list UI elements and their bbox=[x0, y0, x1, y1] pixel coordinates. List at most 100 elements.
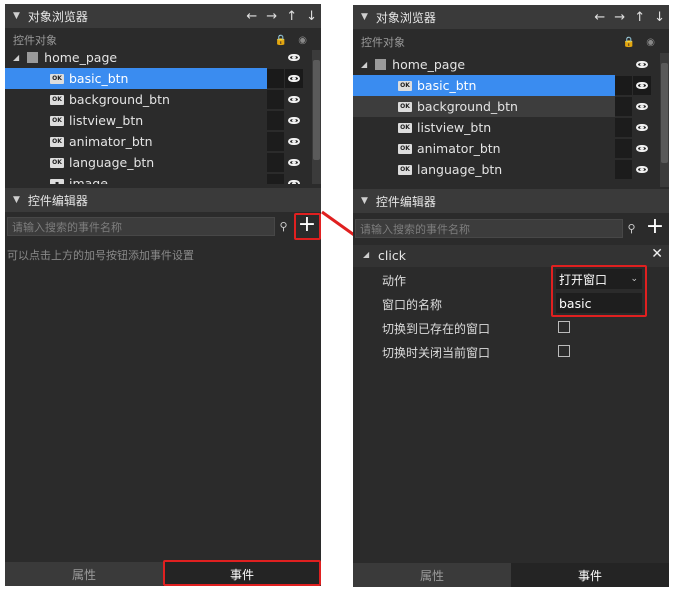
object-browser-header[interactable]: ▼ 对象浏览器 ← → ↑ ↓ bbox=[353, 5, 669, 29]
expand-icon[interactable]: ◢ bbox=[363, 250, 369, 259]
event-header[interactable]: ◢ click ✕ bbox=[353, 245, 669, 267]
visibility-header-icon[interactable]: ◉ bbox=[298, 35, 307, 46]
visibility-toggle[interactable] bbox=[285, 50, 303, 67]
expand-icon[interactable]: ◢ bbox=[13, 53, 19, 62]
tree-item-basic-btn[interactable]: OK basic_btn bbox=[5, 68, 267, 89]
visibility-toggle[interactable] bbox=[633, 76, 651, 95]
visibility-header-icon[interactable]: ◉ bbox=[646, 37, 655, 48]
visibility-toggle[interactable] bbox=[285, 69, 303, 88]
tree-item-basic-btn[interactable]: OK basic_btn bbox=[353, 75, 615, 96]
tree-item-image[interactable]: ▪ image bbox=[5, 173, 267, 184]
search-icon[interactable]: ⚲ bbox=[623, 219, 640, 238]
tree-item-label: image bbox=[69, 176, 108, 184]
nav-icons: ← → ↑ ↓ bbox=[246, 4, 317, 28]
eye-icon bbox=[288, 75, 300, 82]
tree-item-label: background_btn bbox=[69, 92, 170, 107]
window-name-input[interactable]: basic bbox=[556, 293, 642, 313]
visibility-toggle[interactable] bbox=[285, 174, 303, 184]
tree-scrollbar[interactable] bbox=[312, 50, 321, 184]
visibility-toggle[interactable] bbox=[633, 97, 651, 116]
visibility-toggle[interactable] bbox=[633, 160, 651, 179]
visibility-toggle[interactable] bbox=[633, 118, 651, 137]
tree-item-label: listview_btn bbox=[417, 120, 492, 135]
tree-root-row[interactable]: ◢ home_page bbox=[353, 54, 660, 75]
add-event-button[interactable]: + bbox=[644, 216, 666, 239]
collapse-triangle-icon[interactable]: ▼ bbox=[13, 195, 20, 205]
arrow-down-icon[interactable]: ↓ bbox=[306, 9, 317, 24]
eye-icon bbox=[636, 166, 648, 173]
event-search-input[interactable]: 请输入搜索的事件名称 bbox=[355, 219, 623, 238]
tree-item-animator-btn[interactable]: OK animator_btn bbox=[353, 138, 615, 159]
arrow-right-icon[interactable]: → bbox=[266, 9, 277, 24]
lock-toggle[interactable] bbox=[267, 132, 284, 151]
switch-existing-checkbox[interactable] bbox=[558, 321, 570, 333]
event-search-input[interactable]: 请输入搜索的事件名称 bbox=[7, 217, 275, 236]
visibility-toggle[interactable] bbox=[285, 111, 303, 130]
tree-root-row[interactable]: ◢ home_page bbox=[5, 50, 312, 68]
lock-toggle[interactable] bbox=[267, 174, 284, 184]
tree-item-label: listview_btn bbox=[69, 113, 144, 128]
page-icon bbox=[27, 52, 39, 63]
arrow-up-icon[interactable]: ↑ bbox=[286, 9, 297, 24]
lock-toggle[interactable] bbox=[615, 160, 632, 179]
tab-properties[interactable]: 属性 bbox=[5, 562, 163, 586]
lock-toggle[interactable] bbox=[267, 90, 284, 109]
search-placeholder: 请输入搜索的事件名称 bbox=[12, 220, 122, 234]
visibility-toggle[interactable] bbox=[633, 139, 651, 158]
arrow-down-icon[interactable]: ↓ bbox=[654, 10, 665, 25]
control-editor-title: 控件编辑器 bbox=[375, 194, 436, 209]
tree-item-background-btn[interactable]: OK background_btn bbox=[5, 89, 267, 110]
button-icon: OK bbox=[398, 122, 412, 133]
object-tree: ◢ home_page OK basic_btn OK background_b… bbox=[353, 53, 669, 187]
button-icon: OK bbox=[398, 101, 412, 112]
right-panel: ▼ 对象浏览器 ← → ↑ ↓ 控件对象 🔒 ◉ ◢ home_page OK … bbox=[353, 5, 669, 587]
eye-icon bbox=[288, 180, 300, 184]
object-browser-title: 对象浏览器 bbox=[27, 9, 88, 24]
lock-icon[interactable]: 🔒 bbox=[275, 35, 287, 46]
lock-icon[interactable]: 🔒 bbox=[623, 37, 635, 48]
tree-item-listview-btn[interactable]: OK listview_btn bbox=[353, 117, 615, 138]
arrow-up-icon[interactable]: ↑ bbox=[634, 10, 645, 25]
arrow-left-icon[interactable]: ← bbox=[594, 10, 605, 25]
lock-toggle[interactable] bbox=[615, 76, 632, 95]
collapse-triangle-icon[interactable]: ▼ bbox=[361, 196, 368, 206]
eye-icon bbox=[288, 117, 300, 124]
lock-toggle[interactable] bbox=[615, 97, 632, 116]
tree-item-language-btn[interactable]: OK language_btn bbox=[353, 159, 615, 180]
image-icon: ▪ bbox=[50, 178, 64, 184]
arrow-left-icon[interactable]: ← bbox=[246, 9, 257, 24]
collapse-triangle-icon[interactable]: ▼ bbox=[13, 11, 20, 21]
control-editor-header[interactable]: ▼ 控件编辑器 bbox=[353, 189, 669, 213]
scroll-thumb[interactable] bbox=[661, 63, 668, 163]
window-name-value: basic bbox=[559, 295, 592, 311]
lock-toggle[interactable] bbox=[267, 69, 284, 88]
tree-item-animator-btn[interactable]: OK animator_btn bbox=[5, 131, 267, 152]
button-icon: OK bbox=[50, 136, 64, 147]
collapse-triangle-icon[interactable]: ▼ bbox=[361, 12, 368, 22]
controls-subheader: 控件对象 🔒 ◉ bbox=[353, 32, 669, 52]
lock-toggle[interactable] bbox=[615, 139, 632, 158]
lock-toggle[interactable] bbox=[267, 111, 284, 130]
tree-item-background-btn[interactable]: OK background_btn bbox=[353, 96, 615, 117]
visibility-toggle[interactable] bbox=[285, 153, 303, 172]
arrow-right-icon[interactable]: → bbox=[614, 10, 625, 25]
tab-properties[interactable]: 属性 bbox=[353, 563, 511, 587]
search-icon[interactable]: ⚲ bbox=[275, 217, 292, 236]
lock-toggle[interactable] bbox=[267, 153, 284, 172]
close-current-checkbox[interactable] bbox=[558, 345, 570, 357]
close-icon[interactable]: ✕ bbox=[651, 246, 663, 262]
lock-toggle[interactable] bbox=[615, 118, 632, 137]
tab-events[interactable]: 事件 bbox=[511, 563, 669, 587]
visibility-toggle[interactable] bbox=[285, 132, 303, 151]
tree-scrollbar[interactable] bbox=[660, 53, 669, 187]
expand-icon[interactable]: ◢ bbox=[361, 60, 367, 69]
visibility-toggle[interactable] bbox=[285, 90, 303, 109]
visibility-toggle[interactable] bbox=[633, 55, 651, 74]
button-icon: OK bbox=[398, 80, 412, 91]
tree-item-listview-btn[interactable]: OK listview_btn bbox=[5, 110, 267, 131]
object-browser-header[interactable]: ▼ 对象浏览器 ← → ↑ ↓ bbox=[5, 4, 321, 28]
object-browser-title: 对象浏览器 bbox=[375, 10, 436, 25]
scroll-thumb[interactable] bbox=[313, 60, 320, 160]
tree-item-language-btn[interactable]: OK language_btn bbox=[5, 152, 267, 173]
control-editor-header[interactable]: ▼ 控件编辑器 bbox=[5, 188, 321, 212]
